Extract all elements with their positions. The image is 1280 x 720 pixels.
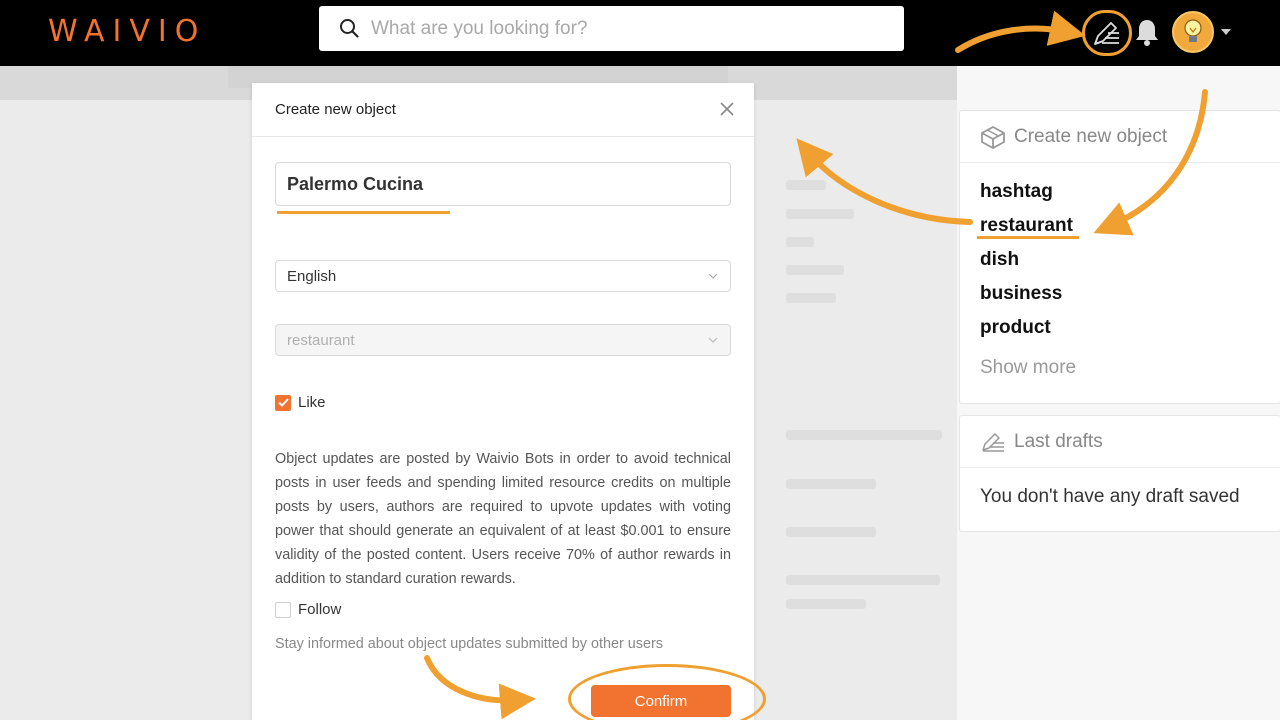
language-select[interactable]: English <box>275 260 731 292</box>
close-icon[interactable] <box>718 100 736 118</box>
last-drafts-card-header: Last drafts <box>960 416 1280 468</box>
create-object-card: Create new object hashtag restaurant dis… <box>959 110 1280 404</box>
last-drafts-card: Last drafts You don't have any draft sav… <box>959 415 1280 532</box>
search-bar[interactable] <box>319 6 904 51</box>
chevron-down-icon[interactable] <box>1221 29 1231 35</box>
pen-icon <box>1094 22 1119 45</box>
modal-title: Create new object <box>275 101 396 118</box>
drafts-empty-message: You don't have any draft saved <box>980 486 1240 507</box>
lightbulb-icon <box>1184 19 1202 42</box>
search-icon <box>340 19 359 38</box>
restaurant-highlight-underline <box>977 236 1079 239</box>
language-select-value: English <box>287 267 337 285</box>
pen-icon <box>982 432 1004 452</box>
object-type-dish[interactable]: dish <box>980 249 1019 271</box>
follow-checkbox-row[interactable]: Follow <box>275 601 341 618</box>
like-checkbox-row[interactable]: Like <box>275 394 326 411</box>
modal-header: Create new object <box>252 83 754 137</box>
name-highlight-underline <box>277 211 450 214</box>
follow-checkbox[interactable] <box>275 601 291 618</box>
editor-button[interactable] <box>1082 10 1132 56</box>
object-type-business[interactable]: business <box>980 283 1062 305</box>
notifications-button[interactable] <box>1130 14 1164 50</box>
chevron-down-icon <box>708 273 718 279</box>
follow-label: Follow <box>298 601 342 618</box>
create-object-card-title: Create new object <box>1014 125 1168 147</box>
create-object-modal: Create new object English restaurant Lik… <box>252 83 754 720</box>
object-type-product[interactable]: product <box>980 317 1051 339</box>
confirm-button[interactable]: Confirm <box>591 685 731 717</box>
waivio-logo[interactable]: WAIVIO <box>48 14 206 49</box>
object-name-input[interactable] <box>275 162 731 206</box>
user-avatar[interactable] <box>1172 11 1214 53</box>
voting-notice: Object updates are posted by Waivio Bots… <box>275 451 731 587</box>
like-checkbox[interactable] <box>275 394 291 411</box>
object-type-select-value: restaurant <box>287 331 355 349</box>
like-label: Like <box>298 394 326 411</box>
search-input[interactable] <box>371 6 891 51</box>
top-navbar: WAIVIO <box>0 0 1280 66</box>
cube-icon <box>981 125 1005 149</box>
show-more-link[interactable]: Show more <box>980 357 1076 379</box>
chevron-down-icon <box>708 337 718 343</box>
object-type-select: restaurant <box>275 324 731 356</box>
follow-hint: Stay informed about object updates submi… <box>275 636 663 652</box>
object-type-hashtag[interactable]: hashtag <box>980 181 1053 203</box>
create-object-card-header: Create new object <box>960 111 1280 163</box>
last-drafts-title: Last drafts <box>1014 430 1103 452</box>
check-icon <box>277 398 289 407</box>
bell-icon <box>1136 20 1158 46</box>
object-type-restaurant[interactable]: restaurant <box>980 215 1073 237</box>
